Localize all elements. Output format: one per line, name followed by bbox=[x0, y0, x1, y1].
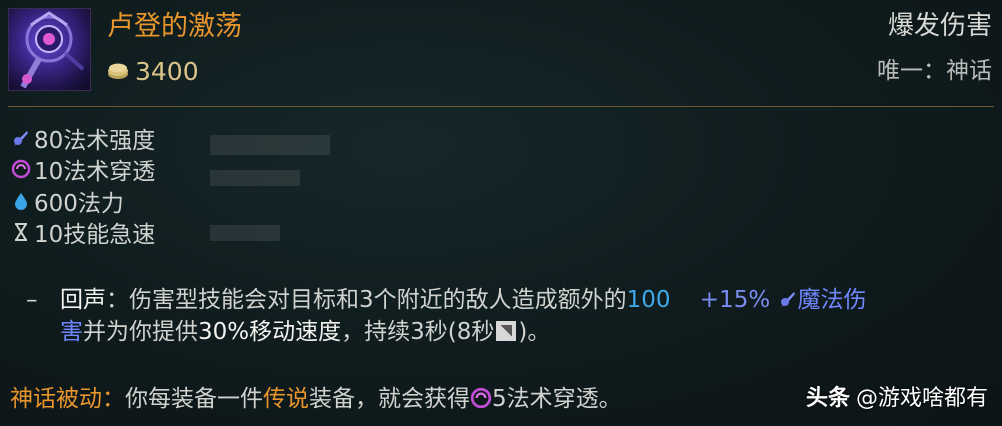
ability-power-icon bbox=[778, 286, 798, 307]
item-icon bbox=[8, 8, 91, 91]
stat-mana: 600法力 bbox=[34, 190, 124, 217]
mythic-legendary: 传说 bbox=[263, 386, 309, 412]
gold-cost-value: 3400 bbox=[135, 56, 199, 86]
passive-echo: – 回声：伤害型技能会对目标和3个附近的敌人造成额外的100 +15% 魔法伤 害… bbox=[26, 284, 986, 348]
passive-move-speed: 30%移动速度 bbox=[198, 319, 342, 345]
passive-line-2: 害并为你提供30%移动速度，持续3秒(8秒 )。 bbox=[26, 316, 986, 348]
divider bbox=[8, 106, 994, 107]
magic-penetration-icon bbox=[470, 386, 492, 409]
passive-text-4: )。 bbox=[518, 319, 551, 345]
passive-text-1: 伤害型技能会对目标和3个附近的敌人造成额外的 bbox=[129, 287, 627, 313]
stat-row: 80法术强度 bbox=[10, 122, 155, 154]
passive-text-2: 并为你提供 bbox=[83, 319, 198, 345]
item-name: 卢登的激荡 bbox=[107, 11, 242, 42]
passive-bullet: – bbox=[26, 287, 38, 313]
item-cost: 3400 bbox=[107, 54, 199, 88]
mythic-colon: ： bbox=[102, 386, 125, 412]
item-category: 爆发伤害 bbox=[887, 11, 992, 41]
mythic-passive: 神话被动：你每装备一件传说装备，就会获得 5法术穿透。 bbox=[10, 383, 622, 415]
mythic-label: 神话被动 bbox=[10, 386, 102, 412]
watermark-handle: @游戏啥都有 bbox=[855, 386, 988, 411]
watermark: 头条 @游戏啥都有 bbox=[806, 383, 988, 415]
stat-row: 600法力 bbox=[10, 185, 155, 217]
item-rarity: 唯一：神话 bbox=[877, 58, 992, 84]
passive-line-1: – 回声：伤害型技能会对目标和3个附近的敌人造成额外的100 +15% 魔法伤 bbox=[26, 284, 986, 316]
gold-icon bbox=[107, 62, 129, 80]
watermark-brand: 头条 bbox=[805, 386, 850, 411]
stat-ability-power: 80法术强度 bbox=[34, 127, 156, 154]
mythic-bonus: 5法术穿透。 bbox=[492, 386, 622, 412]
stats-list: 80法术强度 10法术穿透 600法力 10技能急速 bbox=[10, 122, 155, 248]
mana-icon bbox=[10, 190, 32, 212]
passive-ap-scaling: +15% bbox=[699, 287, 771, 313]
mythic-text-1: 你每装备一件 bbox=[125, 386, 263, 412]
cooldown-icon bbox=[496, 321, 517, 341]
stat-magic-penetration: 10法术穿透 bbox=[34, 159, 156, 186]
mythic-text-2: 装备，就会获得 bbox=[309, 386, 470, 412]
ability-power-icon bbox=[10, 127, 32, 149]
passive-damage-value: 100 bbox=[626, 287, 671, 313]
passive-damage-type: 魔法伤 bbox=[797, 287, 867, 313]
passive-text-3: ，持续3秒(8秒 bbox=[341, 319, 495, 345]
passive-damage-type-end: 害 bbox=[60, 319, 83, 345]
ability-haste-icon bbox=[10, 221, 32, 243]
ludens-echo-staff-icon bbox=[20, 11, 85, 89]
passive-name: 回声 bbox=[60, 287, 106, 313]
magic-penetration-icon bbox=[10, 158, 32, 180]
background-ghost-text bbox=[210, 135, 330, 241]
stat-row: 10技能急速 bbox=[10, 217, 156, 249]
stat-row: 10法术穿透 bbox=[10, 154, 156, 186]
stat-ability-haste: 10技能急速 bbox=[34, 222, 156, 249]
passive-colon: ： bbox=[106, 287, 129, 313]
